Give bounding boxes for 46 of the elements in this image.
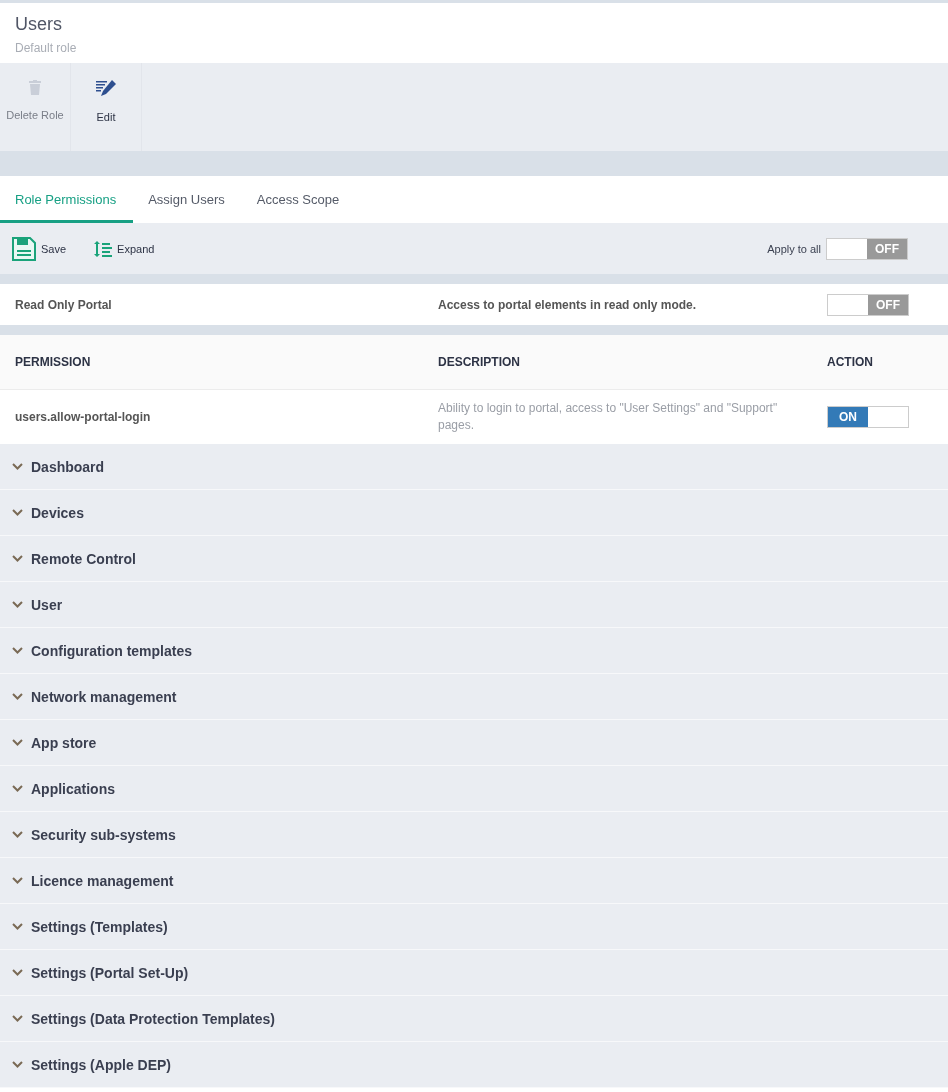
expand-button[interactable]: Expand (94, 240, 155, 257)
pencil-icon (96, 80, 116, 97)
section-header[interactable]: Dashboard (0, 444, 948, 490)
section-header[interactable]: Licence management (0, 858, 948, 904)
chevron-icon (12, 463, 23, 470)
setting-description: Access to portal elements in read only mode. (438, 297, 698, 312)
section-header[interactable]: App store (0, 720, 948, 766)
section-header[interactable]: Applications (0, 766, 948, 812)
trash-icon (29, 80, 41, 95)
chevron-icon (12, 601, 23, 608)
section-header[interactable]: Settings (Data Protection Templates) (0, 996, 948, 1042)
chevron-icon (12, 831, 23, 838)
section-header[interactable]: Settings (Templates) (0, 904, 948, 950)
chevron-icon (12, 1061, 23, 1068)
chevron-icon (12, 785, 23, 792)
table-cell-text: users.allow-portal-login (14, 410, 152, 424)
table-cell-text: Ability to login to portal, access to "User Settings" and "Support" pages. (438, 400, 779, 434)
column-header: ACTION (827, 355, 873, 369)
section-header[interactable]: Settings (Apple DEP) (0, 1042, 948, 1088)
column-header: PERMISSION (14, 355, 92, 369)
section-header[interactable]: Settings (Portal Set-Up) (0, 950, 948, 996)
section-header[interactable]: Network management (0, 674, 948, 720)
section-header[interactable]: Configuration templates (0, 628, 948, 674)
tab[interactable]: Access Scope (241, 176, 357, 223)
chevron-icon (12, 1015, 23, 1022)
section-header[interactable]: Security sub-systems (0, 812, 948, 858)
column-header: DESCRIPTION (438, 355, 521, 369)
tab[interactable]: Assign Users (133, 176, 242, 223)
section-header[interactable]: User (0, 582, 948, 628)
chevron-icon (12, 693, 23, 700)
chevron-icon (12, 555, 23, 562)
chevron-icon (12, 877, 23, 884)
page-title: Users (15, 14, 63, 35)
save-button[interactable]: Save (12, 236, 67, 261)
section-header[interactable]: Devices (0, 490, 948, 536)
toggle-switch[interactable]: ON (827, 406, 909, 428)
setting-name: Read Only Portal (14, 297, 113, 312)
chevron-icon (12, 969, 23, 976)
chevron-icon (12, 923, 23, 930)
page-subtitle: Default role (15, 41, 78, 55)
chevron-icon (12, 739, 23, 746)
expand-list-icon (94, 240, 113, 257)
chevron-icon (12, 647, 23, 654)
apply-to-all-label: Apply to all (767, 242, 821, 255)
chevron-icon (12, 509, 23, 516)
section-header[interactable]: Remote Control (0, 536, 948, 582)
